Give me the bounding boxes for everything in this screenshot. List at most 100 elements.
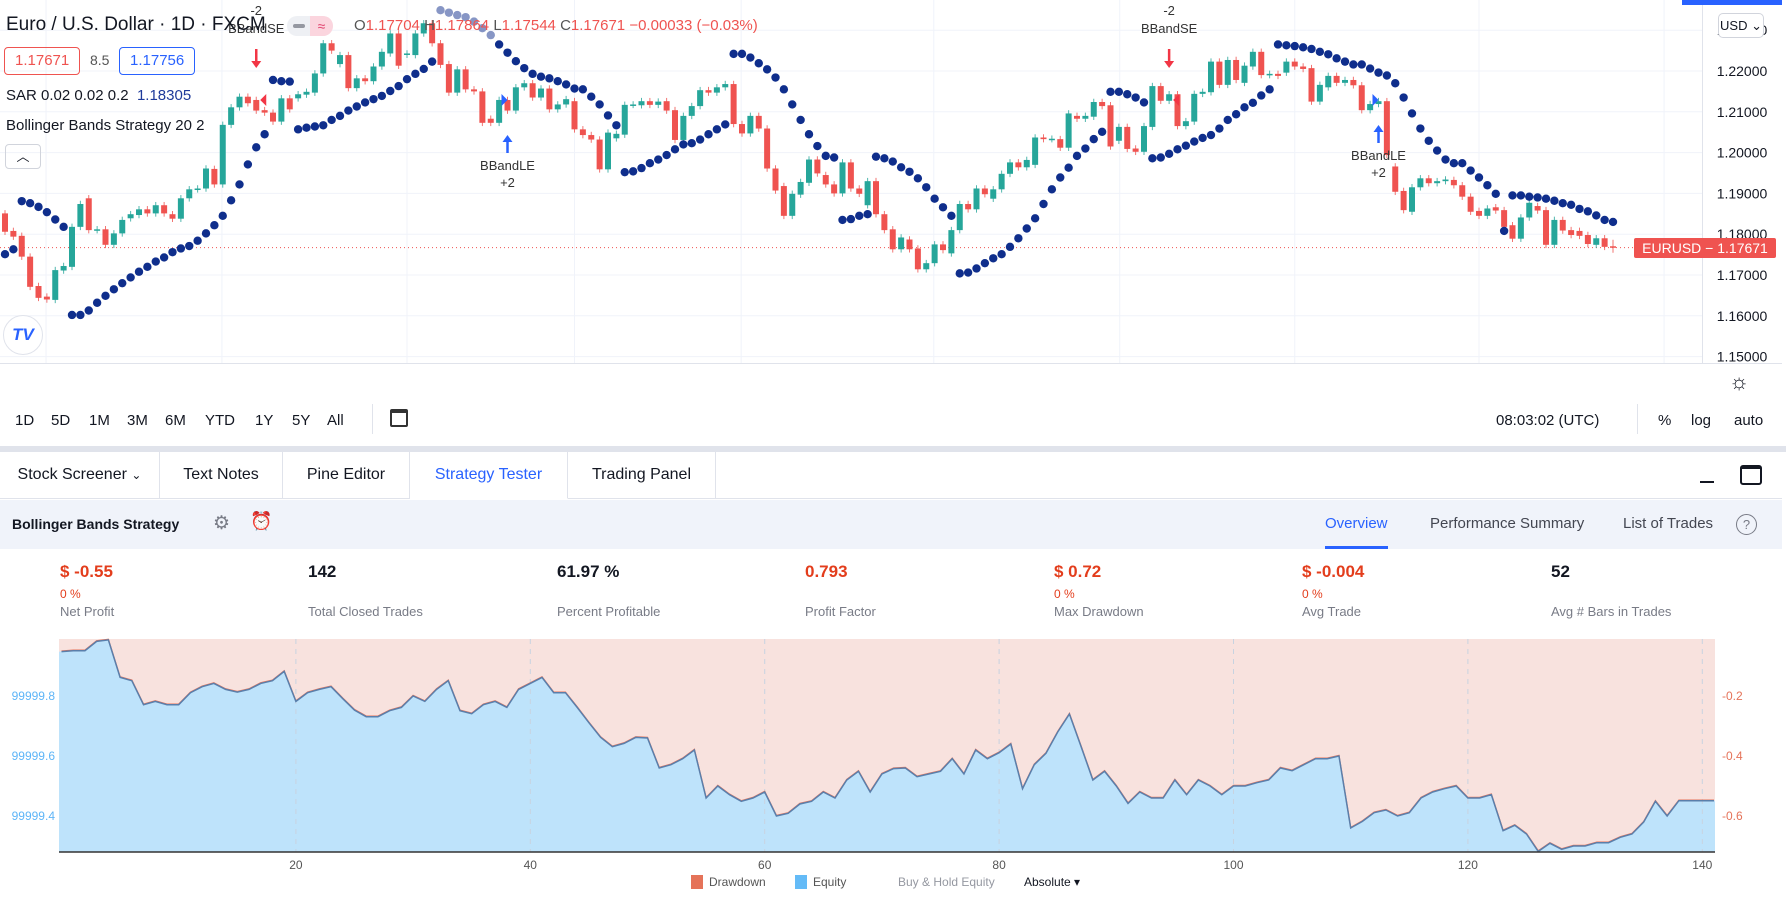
candle-body [554, 104, 561, 110]
candle-body [303, 91, 310, 95]
mode-select[interactable]: Absolute ▾ [1024, 875, 1080, 889]
equity-chart[interactable]: 20 40 60 80 100 120 140 99999.8 99999.6 99999.4 -0… [0, 630, 1786, 875]
percent-toggle[interactable]: % [1658, 412, 1671, 429]
candle-body [1208, 61, 1214, 93]
y-right-tick: -0.4 [1722, 749, 1743, 763]
tab-trading-panel[interactable]: Trading Panel [568, 452, 716, 499]
tab-pine-editor[interactable]: Pine Editor [283, 452, 410, 499]
stat-value: $ 0.72 [1054, 562, 1102, 581]
collapse-legend-button[interactable]: ︿ [5, 144, 41, 169]
currency-select[interactable]: USD ⌄ [1718, 13, 1764, 38]
sar-dot [746, 53, 755, 62]
stat-net-profit: $ -0.55 0 % Net Profit [60, 562, 114, 619]
candle-body [1576, 230, 1583, 236]
candle-body [923, 263, 930, 270]
range-5y[interactable]: 5Y [292, 412, 310, 429]
sar-dot [1349, 60, 1358, 69]
tab-overview[interactable]: Overview [1325, 500, 1388, 549]
maximize-panel-icon[interactable] [1740, 465, 1762, 485]
sar-dot [118, 278, 127, 288]
candle-body [1241, 65, 1248, 83]
sar-dot [1282, 41, 1291, 50]
candle [1107, 102, 1114, 150]
tab-stock-screener[interactable]: Stock Screener ⌄ [0, 452, 160, 499]
range-all[interactable]: All [327, 412, 344, 429]
sar-dot [494, 40, 504, 49]
tradingview-logo[interactable]: TV [3, 315, 43, 355]
x-tick: 140 [1692, 858, 1712, 872]
candle-body [395, 33, 402, 66]
candle-body [588, 135, 595, 140]
range-1y[interactable]: 1Y [255, 412, 273, 429]
stat-percent-profitable: 61.97 % Percent Profitable [557, 562, 660, 619]
range-3m[interactable]: 3M [127, 412, 148, 429]
sar-dot [1508, 191, 1517, 200]
calendar-goto-icon[interactable] [390, 409, 408, 427]
sar-dot [930, 194, 939, 203]
legend-drawdown[interactable]: Drawdown [691, 875, 766, 889]
sar-dot [210, 221, 219, 230]
auto-toggle[interactable]: auto [1734, 412, 1763, 429]
candle [680, 112, 687, 144]
sar-dot [737, 49, 747, 59]
candle-body [1601, 238, 1608, 247]
help-icon[interactable]: ? [1736, 514, 1757, 535]
range-ytd[interactable]: YTD [205, 412, 235, 429]
sar-dot [587, 92, 596, 101]
indicator-toggle-group[interactable]: ≈ [287, 16, 333, 36]
candle-body [1023, 159, 1030, 168]
stat-label: Avg Trade [1302, 604, 1362, 619]
sar-dot [687, 139, 696, 148]
candle-body [18, 235, 25, 257]
log-toggle[interactable]: log [1691, 412, 1711, 429]
candle-body [1450, 179, 1457, 186]
sar-dot [838, 215, 847, 225]
sar-dot [679, 140, 688, 149]
sell-button[interactable]: 1.17671 [4, 47, 81, 75]
candle-body [1551, 219, 1558, 245]
hide-icon[interactable] [293, 24, 305, 28]
candle-body [1057, 139, 1064, 148]
minimize-panel-icon[interactable] [1700, 481, 1714, 483]
legend-buy-hold[interactable]: Buy & Hold Equity [898, 875, 995, 889]
tab-text-notes[interactable]: Text Notes [160, 452, 283, 499]
compare-icon[interactable]: ≈ [310, 16, 333, 36]
candle [27, 253, 34, 291]
symbol-title[interactable]: Euro / U.S. Dollar · 1D · FXCM [6, 14, 266, 36]
range-5d[interactable]: 5D [51, 412, 70, 429]
sar-dot [84, 306, 93, 315]
tab-strategy-tester[interactable]: Strategy Tester [410, 452, 568, 499]
sar-dot [1248, 98, 1258, 108]
candle-body [621, 104, 628, 135]
buy-button[interactable]: 1.17756 [119, 47, 196, 75]
sar-dot [201, 229, 211, 238]
candle-body [1526, 202, 1533, 218]
bb-strategy-legend[interactable]: Bollinger Bands Strategy 20 2 [6, 117, 204, 134]
candle-body [1568, 230, 1575, 236]
range-1m[interactable]: 1M [89, 412, 110, 429]
sar-dot [17, 196, 26, 206]
candle-body [186, 189, 193, 199]
sar-dot [1566, 200, 1576, 210]
add-alert-icon[interactable]: ⏰ [250, 511, 272, 532]
price-chart[interactable]: 1.230001.220001.210001.200001.190001.180… [0, 0, 1786, 364]
candle-body [898, 237, 905, 250]
range-1d[interactable]: 1D [15, 412, 34, 429]
stat-total-closed-trades: 142 Total Closed Trades [308, 562, 423, 619]
tab-list-of-trades[interactable]: List of Trades [1623, 500, 1713, 549]
candle-body [1099, 102, 1106, 107]
gear-icon[interactable]: ⚙ [213, 512, 230, 535]
sar-dot [645, 159, 655, 168]
candle-body [270, 112, 276, 122]
legend-equity[interactable]: Equity [795, 875, 846, 889]
sar-dot [670, 145, 680, 154]
sar-dot [143, 262, 152, 272]
candle-body [529, 83, 536, 98]
range-6m[interactable]: 6M [165, 412, 186, 429]
candle [228, 104, 235, 129]
stat-percent: 0 % [60, 587, 81, 601]
tab-performance-summary[interactable]: Performance Summary [1430, 500, 1584, 549]
chart-bg [0, 0, 1786, 364]
sar-legend[interactable]: SAR 0.02 0.02 0.2 1.18305 [6, 87, 191, 104]
clock[interactable]: 08:03:02 (UTC) [1496, 412, 1599, 429]
